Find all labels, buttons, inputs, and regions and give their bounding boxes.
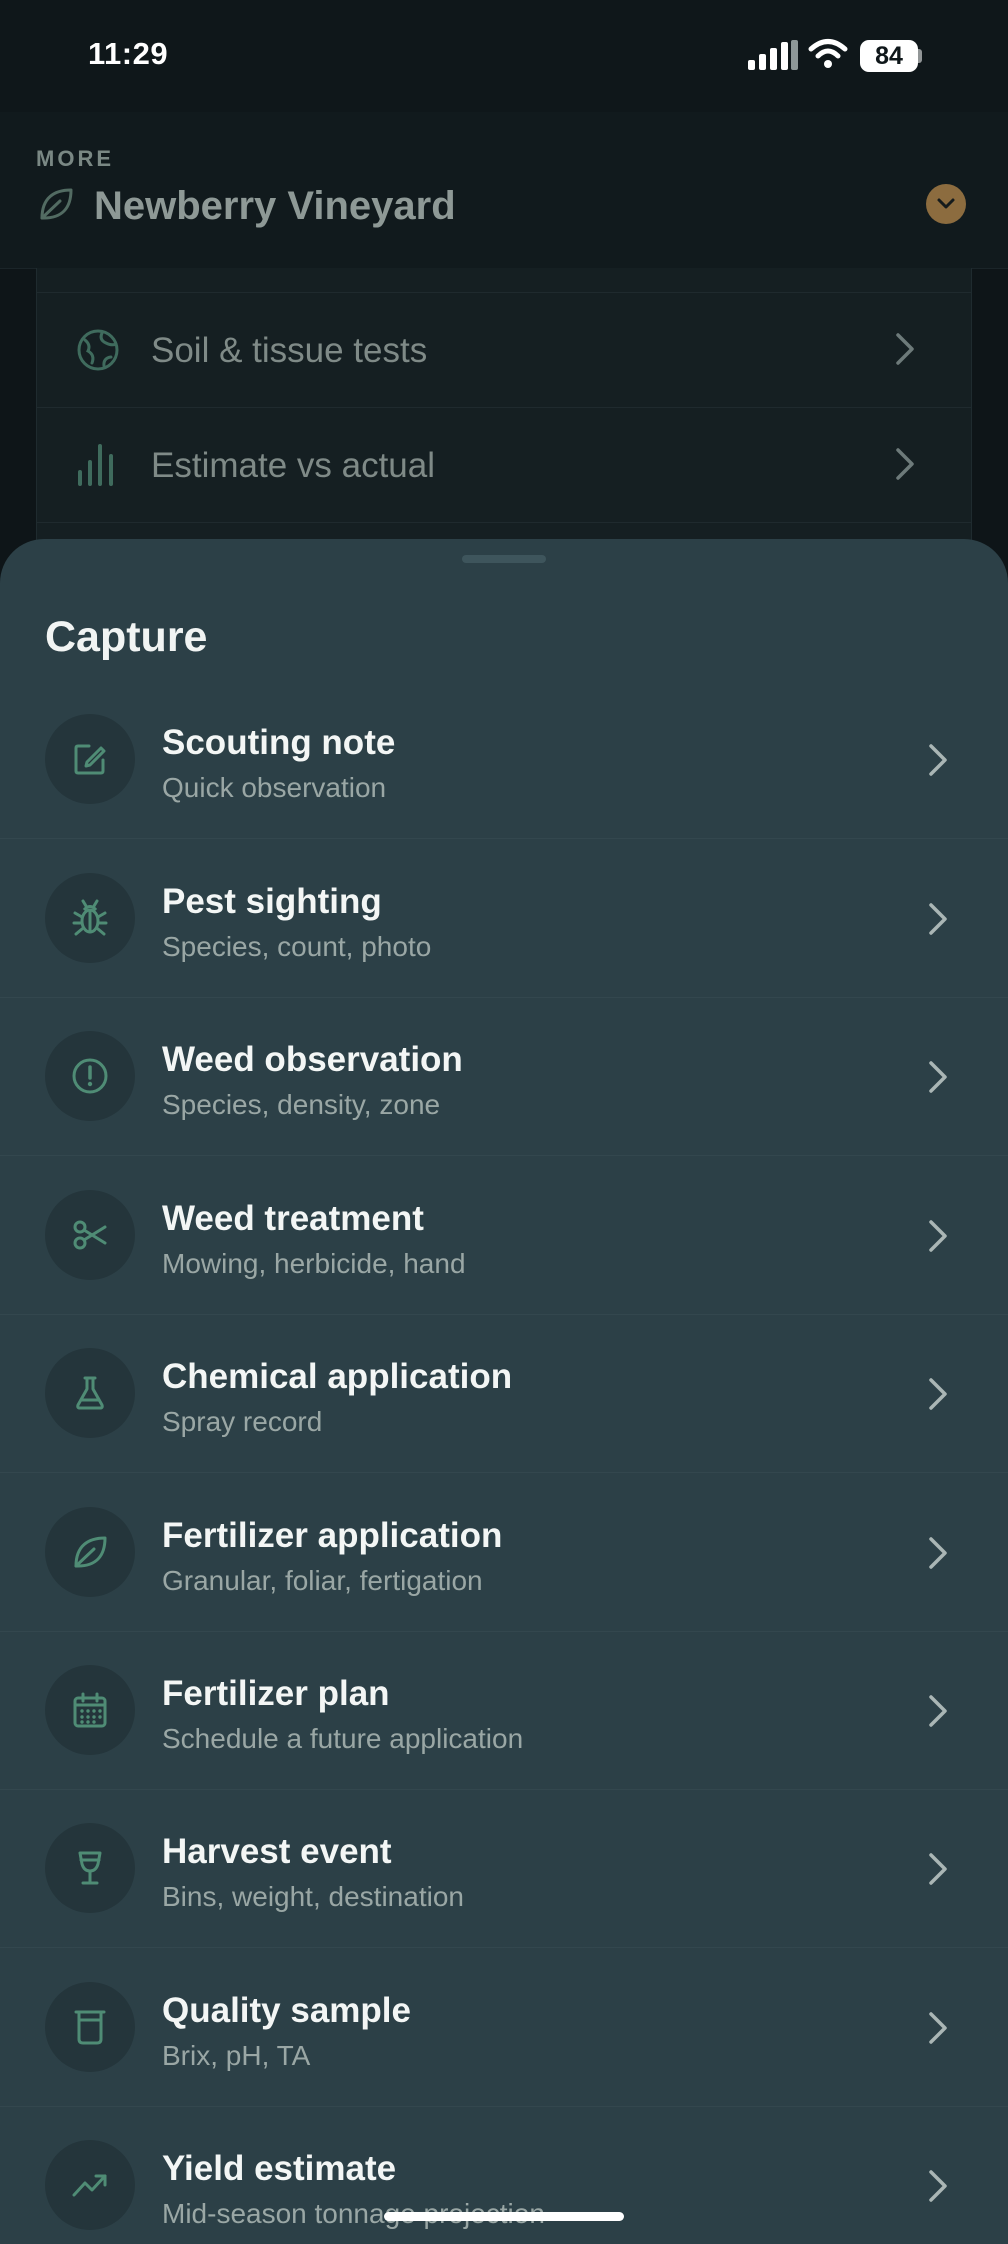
chevron-right-icon bbox=[929, 1695, 947, 1727]
capture-item-subtitle: Granular, foliar, fertigation bbox=[162, 1565, 483, 1596]
capture-item-icon-wrap bbox=[45, 1190, 135, 1280]
vineyard-dropdown-button[interactable] bbox=[926, 184, 966, 224]
menu-item-label: Estimate vs actual bbox=[151, 446, 435, 485]
vineyard-name[interactable]: Newberry Vineyard bbox=[94, 184, 456, 229]
chevron-right-icon bbox=[929, 1378, 947, 1410]
home-indicator[interactable] bbox=[384, 2212, 624, 2221]
sheet-drag-handle[interactable] bbox=[462, 555, 546, 563]
capture-item-pest-sighting[interactable]: Pest sighting Species, count, photo bbox=[0, 839, 1008, 998]
capture-item-subtitle: Species, density, zone bbox=[162, 1089, 441, 1120]
capture-sheet: Capture Scouting note Quick observation … bbox=[0, 539, 1008, 2244]
menu-item-label: Soil & tissue tests bbox=[151, 331, 428, 370]
alert-circle-icon bbox=[72, 1058, 108, 1094]
capture-item-subtitle: Quick observation bbox=[162, 772, 387, 803]
chevron-right-icon bbox=[929, 744, 947, 776]
chevron-right-icon bbox=[929, 2170, 947, 2202]
chevron-right-icon bbox=[929, 1853, 947, 1885]
globe-icon bbox=[77, 329, 119, 371]
leaf-icon bbox=[74, 1536, 107, 1568]
capture-item-title: Scouting note bbox=[162, 723, 396, 762]
wifi-icon bbox=[808, 39, 848, 68]
battery-cap bbox=[918, 49, 922, 63]
capture-item-weed-treatment[interactable]: Weed treatment Mowing, herbicide, hand bbox=[0, 1156, 1008, 1315]
capture-item-title: Harvest event bbox=[162, 1832, 392, 1871]
chevron-right-icon bbox=[929, 1061, 947, 1093]
menu-item-estimate-vs-actual[interactable]: Estimate vs actual bbox=[37, 407, 971, 522]
capture-item-weed-observation[interactable]: Weed observation Species, density, zone bbox=[0, 997, 1008, 1156]
capture-item-title: Fertilizer plan bbox=[162, 1674, 390, 1713]
capture-item-title: Fertilizer application bbox=[162, 1516, 503, 1555]
capture-item-title: Chemical application bbox=[162, 1357, 513, 1396]
scissors-icon bbox=[73, 1220, 107, 1250]
capture-item-icon-wrap bbox=[45, 714, 135, 804]
battery-icon: 84 bbox=[860, 40, 918, 72]
capture-item-icon-wrap bbox=[45, 1507, 135, 1597]
capture-item-title: Quality sample bbox=[162, 1991, 411, 2030]
capture-item-title: Weed treatment bbox=[162, 1199, 424, 1238]
capture-item-subtitle: Brix, pH, TA bbox=[162, 2040, 311, 2071]
capture-item-scouting-note[interactable]: Scouting note Quick observation bbox=[0, 680, 1008, 839]
bar-chart-icon bbox=[78, 444, 113, 486]
calendar-icon bbox=[73, 1692, 107, 1728]
sheet-title: Capture bbox=[45, 613, 208, 661]
bug-icon bbox=[72, 899, 108, 936]
flask-icon bbox=[76, 1376, 104, 1410]
signal-icon bbox=[748, 40, 798, 70]
chevron-right-icon bbox=[929, 2012, 947, 2044]
capture-item-quality-sample[interactable]: Quality sample Brix, pH, TA bbox=[0, 1948, 1008, 2107]
capture-item-icon-wrap bbox=[45, 2140, 135, 2230]
beaker-icon bbox=[74, 2010, 106, 2045]
capture-item-title: Weed observation bbox=[162, 1040, 463, 1079]
chevron-right-icon bbox=[896, 448, 914, 480]
capture-item-subtitle: Spray record bbox=[162, 1406, 323, 1437]
leaf-icon bbox=[40, 188, 73, 220]
capture-item-subtitle: Bins, weight, destination bbox=[162, 1881, 464, 1912]
capture-item-yield-estimate[interactable]: Yield estimate Mid-season tonnage projec… bbox=[0, 2106, 1008, 2244]
chevron-right-icon bbox=[929, 1220, 947, 1252]
capture-item-subtitle: Schedule a future application bbox=[162, 1723, 524, 1754]
capture-item-icon-wrap bbox=[45, 1982, 135, 2072]
more-menu-card: Soil & tissue tests Estimate vs actual bbox=[36, 268, 972, 548]
status-bar: 11:29 84 bbox=[0, 0, 1008, 112]
capture-item-fertilizer-plan[interactable]: Fertilizer plan Schedule a future applic… bbox=[0, 1631, 1008, 1790]
capture-item-title: Pest sighting bbox=[162, 882, 382, 921]
wine-glass-icon bbox=[78, 1851, 102, 1885]
trend-up-icon bbox=[72, 2174, 107, 2197]
chevron-down-icon bbox=[937, 198, 955, 209]
capture-item-icon-wrap bbox=[45, 1031, 135, 1121]
header-eyebrow: MORE bbox=[36, 146, 114, 171]
chevron-right-icon bbox=[929, 903, 947, 935]
capture-item-icon-wrap bbox=[45, 873, 135, 963]
capture-item-icon-wrap bbox=[45, 1823, 135, 1913]
capture-item-chemical-application[interactable]: Chemical application Spray record bbox=[0, 1314, 1008, 1473]
capture-item-title: Yield estimate bbox=[162, 2149, 397, 2188]
capture-item-icon-wrap bbox=[45, 1348, 135, 1438]
edit-note-icon bbox=[74, 744, 106, 775]
chevron-right-icon bbox=[896, 333, 914, 365]
menu-item-soil-tissue-tests[interactable]: Soil & tissue tests bbox=[37, 292, 971, 407]
capture-item-subtitle: Mowing, herbicide, hand bbox=[162, 1248, 466, 1279]
app-header: MORE Newberry Vineyard bbox=[0, 112, 1008, 269]
capture-item-icon-wrap bbox=[45, 1665, 135, 1755]
status-time: 11:29 bbox=[88, 36, 169, 71]
capture-item-subtitle: Species, count, photo bbox=[162, 931, 432, 962]
chevron-right-icon bbox=[929, 1537, 947, 1569]
capture-item-harvest-event[interactable]: Harvest event Bins, weight, destination bbox=[0, 1789, 1008, 1948]
capture-item-fertilizer-application[interactable]: Fertilizer application Granular, foliar,… bbox=[0, 1473, 1008, 1632]
